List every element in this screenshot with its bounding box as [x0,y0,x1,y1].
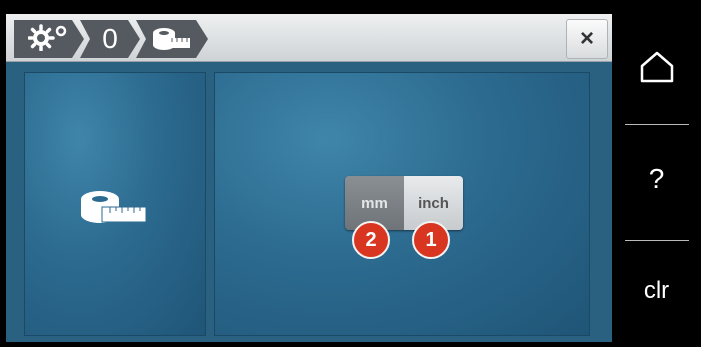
breadcrumb-zero-label: 0 [102,23,118,54]
unit-mm-label: mm [361,194,388,212]
machine-screen: 0 × mm inch 2 1 ? clr [0,0,701,347]
callout-badge-1: 1 [412,221,450,259]
breadcrumb-settings[interactable] [14,20,84,58]
close-icon: × [579,25,594,52]
top-bar: 0 × [6,14,612,62]
tape-measure-icon [152,24,192,55]
right-sidebar: ? clr [612,0,701,347]
unit-selection-panel: mm inch 2 1 [214,72,590,336]
breadcrumb-measurement[interactable] [136,20,208,58]
breadcrumb-zero[interactable]: 0 [80,20,140,58]
breadcrumb: 0 [14,20,204,58]
help-button[interactable]: ? [612,124,701,234]
settings-content: mm inch 2 1 [6,62,612,342]
help-label: ? [648,163,665,194]
unit-inch-label: inch [418,194,449,212]
home-icon [639,50,675,89]
settings-gears-icon [28,23,70,56]
home-button[interactable] [612,14,701,124]
tape-measure-icon [80,189,148,230]
callout-badge-2: 2 [352,221,390,259]
clear-label: clr [643,277,670,304]
measurement-panel [24,72,206,336]
close-button[interactable]: × [566,19,608,59]
clear-button[interactable]: clr [612,236,701,346]
